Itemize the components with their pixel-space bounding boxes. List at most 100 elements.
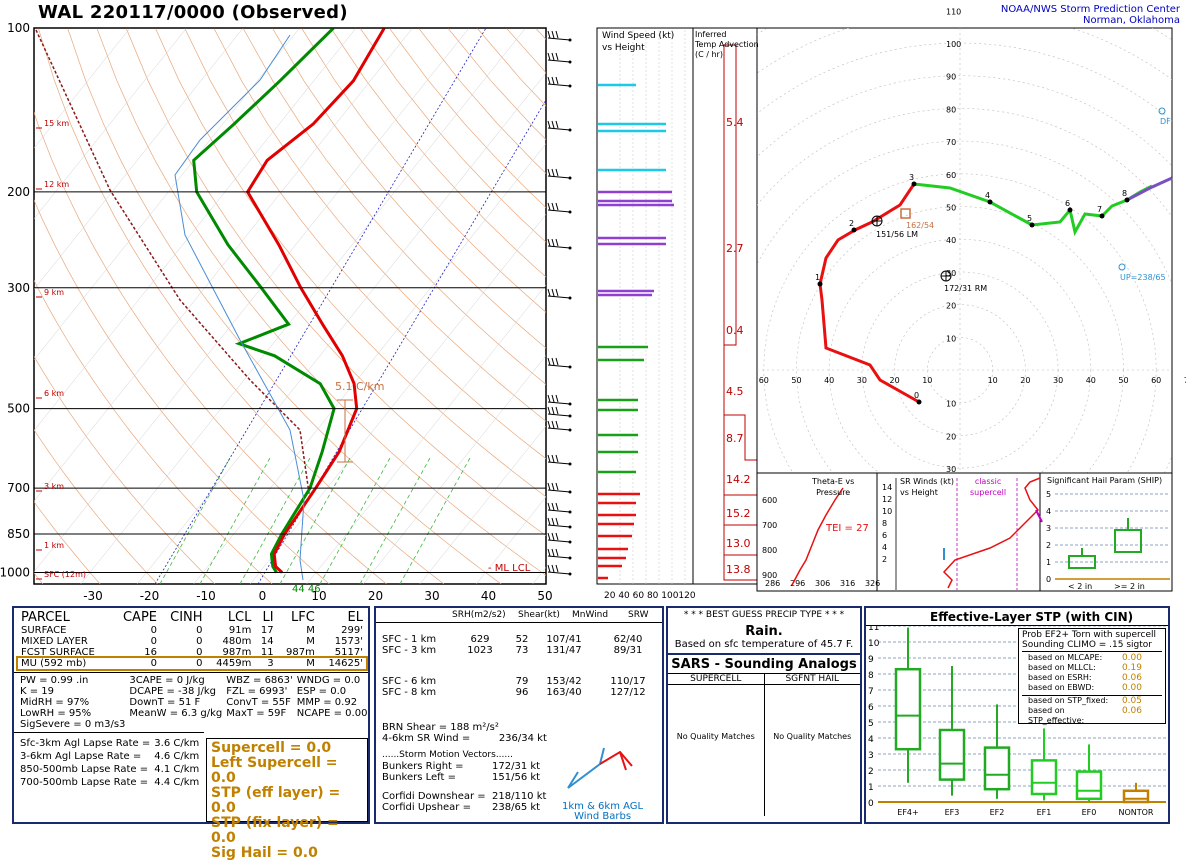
pressure-label: 100 [7, 21, 30, 35]
wind-barb-staff [548, 540, 570, 542]
wind-speed-panel [597, 28, 693, 584]
index-row: SigSevere = 0 m3/s3 [18, 719, 369, 730]
sr-y-label: 12 [882, 495, 892, 504]
storm-motion-value: 218/110 kt [492, 791, 546, 802]
hodograph-frame [757, 28, 1172, 473]
wind-barb-flag [552, 395, 554, 402]
wind-barb-flag [552, 421, 554, 428]
hodo-ring-label: 100 [946, 40, 961, 49]
wind-barb-dot [569, 297, 572, 300]
temp-adv-value: 13.8 [726, 563, 751, 576]
pressure-label: 700 [7, 481, 30, 495]
wind-barb-flag [556, 518, 558, 525]
wind-barb-flag [552, 358, 554, 365]
lapse-cell: 850-500mb Lapse Rate = [18, 763, 152, 776]
wind-barb-dot [569, 429, 572, 432]
hodo-x-label: 60 [759, 376, 769, 385]
temp-advection-frame [693, 28, 757, 584]
wind-barb-flag [556, 503, 558, 510]
hodo-x-label: 10 [922, 376, 932, 385]
kin-cell: 110/17 [610, 676, 645, 687]
sfc-values: 44 46 [292, 584, 321, 595]
parcel-header: PARCEL [18, 610, 113, 625]
temp-label: -30 [83, 589, 103, 603]
sr-title-2: vs Height [900, 487, 954, 498]
kin-cell: SFC - 1 km [382, 634, 436, 645]
lapse-label: 5.1 C/km [335, 380, 384, 393]
parcel-cell: 0 [113, 636, 160, 647]
kin-cell: 89/31 [614, 645, 643, 656]
pressure-label: 850 [7, 527, 30, 541]
stp-y-label: 10 [868, 639, 880, 649]
ship-x-label: < 2 in [1068, 582, 1092, 591]
storm-motion-value: 151/56 kt [492, 772, 540, 783]
parcel-cell: 14 [254, 636, 276, 647]
wind-barbs [548, 31, 572, 576]
wind-barb-flag [552, 203, 554, 210]
pressure-label: 200 [7, 185, 30, 199]
wind-barb-flag [552, 31, 554, 38]
lfc-header: LFC [277, 610, 318, 625]
wind-barb-flag [548, 239, 550, 246]
wind-barb-staff [548, 490, 570, 492]
prob-title-1: Prob EF2+ Torn with supercell [1022, 630, 1162, 640]
stp-box [1077, 772, 1101, 799]
wind-barb-flag [548, 77, 550, 84]
wind-barb-flag [556, 77, 558, 84]
stp-category-label: EF1 [1037, 808, 1052, 817]
wind-barb-flag [548, 395, 550, 402]
wind-barb-staff [548, 246, 570, 248]
wind-barb-flag [552, 121, 554, 128]
wind-barb-staff [548, 402, 570, 404]
wind-barb-flag [552, 289, 554, 296]
wind-barb-dot [569, 403, 572, 406]
parcel-cell: SURFACE [18, 625, 113, 636]
hodo-ring-label: 80 [946, 105, 956, 114]
hodo-point [852, 228, 857, 233]
ship-frame [1040, 473, 1172, 591]
brn-shear: BRN Shear = 188 m²/s² [382, 722, 499, 733]
wind-barb-dot [569, 85, 572, 88]
index-row: LowRH = 95%MeanW = 6.3 g/kgMaxT = 59FNCA… [18, 708, 369, 719]
storm-motion-label: Corfidi Upshear = [382, 802, 471, 813]
wind-barb-flag [548, 565, 550, 572]
left-mover-label: 151/56 LM [876, 230, 918, 239]
index-table: PW = 0.99 .in3CAPE = 0 J/kgWBZ = 6863'WN… [18, 675, 369, 730]
wind-barb-flag [548, 169, 550, 176]
theta-title-1: Theta-E vs [812, 476, 854, 487]
stp-box [1032, 760, 1056, 794]
prob-label: based on STP_effective: [1028, 706, 1122, 726]
index-row: PW = 0.99 .in3CAPE = 0 J/kgWBZ = 6863'WN… [18, 675, 369, 686]
wind-barb-flag [548, 203, 550, 210]
theta-y-label: 700 [762, 521, 777, 530]
left-supercell-value: Left Supercell = 0.0 [211, 756, 363, 786]
hodo-x-label: 10 [988, 376, 998, 385]
hodo-point-label: 0 [914, 391, 919, 400]
wind-barb-flag [556, 169, 558, 176]
lapse-cell: 4.4 C/km [152, 776, 201, 789]
index-cell: LowRH = 95% [18, 708, 127, 719]
wind-barb-flag [548, 455, 550, 462]
parcel-cell: 0 [160, 647, 206, 658]
stp-y-label: 1 [868, 783, 874, 793]
barb-caption: 1km & 6km AGL Wind Barbs [562, 802, 643, 822]
precip-sars-panel: * * * BEST GUESS PRECIP TYPE * * * Rain.… [666, 606, 862, 824]
lapse-row: 850-500mb Lapse Rate =4.1 C/km [18, 763, 201, 776]
temp-adv-value: 4.5 [726, 385, 744, 398]
wind-barb-staff [548, 556, 570, 558]
lapse-cell: 4.6 C/km [152, 750, 201, 763]
hodo-point-label: 6 [1065, 199, 1070, 208]
sr-y-label: 8 [882, 519, 887, 528]
kin-cell: 96 [516, 687, 529, 698]
stp-box [985, 748, 1009, 790]
height-label: 3 km [44, 482, 64, 491]
stp-y-label: 2 [868, 767, 874, 777]
hodo-x-label: 50 [791, 376, 801, 385]
wind-barb-flag [548, 421, 550, 428]
parcel-cell: 4459m [206, 658, 255, 669]
parcel-cell: 17 [254, 625, 276, 636]
classic-label-1: classic [970, 476, 1006, 487]
wind-barb-flag [552, 53, 554, 60]
barb-6km-flag [568, 772, 578, 788]
stp-eff-value: STP (eff layer) = 0.0 [211, 786, 363, 816]
